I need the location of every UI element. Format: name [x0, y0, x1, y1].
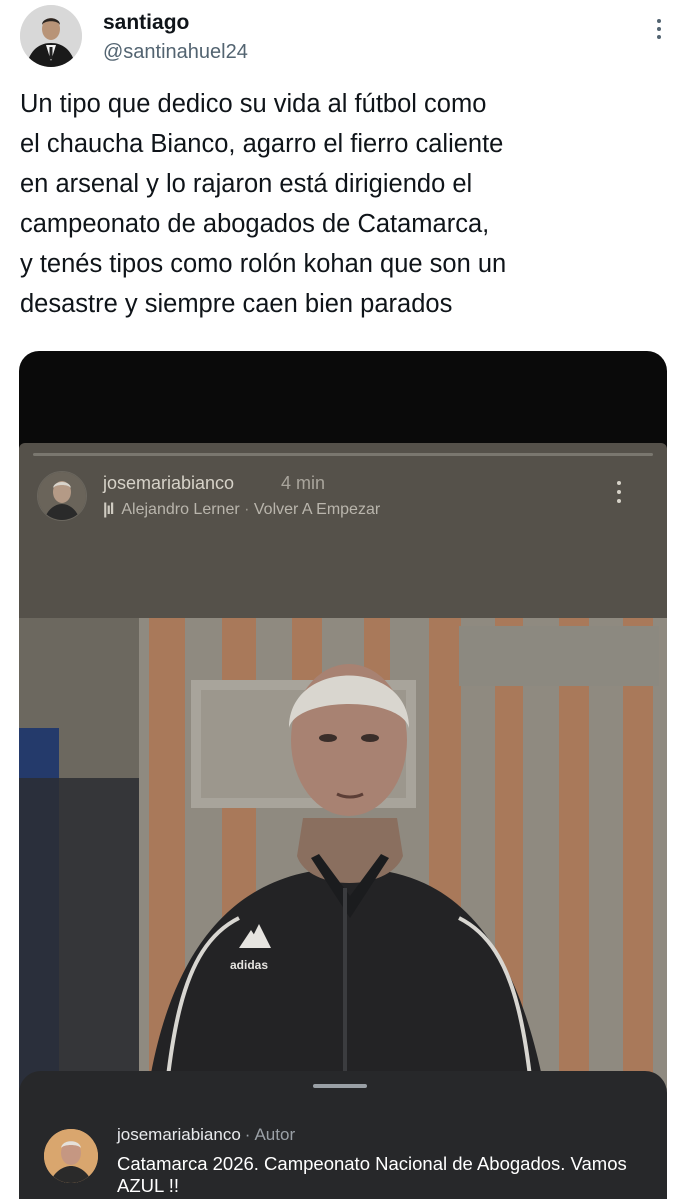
music-song: Volver A Empezar [253, 501, 381, 518]
more-vertical-icon[interactable] [615, 481, 623, 507]
avatar-photo [20, 5, 82, 67]
tweet-text: Un tipo que dedico su vida al fútbol com… [20, 90, 507, 318]
music-separator: · [239, 501, 254, 518]
story-avatar[interactable] [37, 471, 87, 521]
comment-avatar-photo [44, 1129, 98, 1183]
apparel-logo-text: adidas [230, 958, 269, 972]
comment-sheet: josemariabianco · Autor Catamarca 2026. Ca… [19, 1071, 667, 1199]
tweet-media[interactable]: josemariabianco 4 min |ıl Alejandro Lerne… [19, 351, 667, 1199]
comment-avatar[interactable] [44, 1129, 98, 1183]
author-avatar[interactable] [20, 5, 82, 67]
comment-dot: · [244, 1125, 251, 1144]
comment-text: Catamarca 2026. Campeonato Nacional de A… [117, 1153, 627, 1196]
comment-author[interactable]: josemariabianco · Autor [117, 1125, 295, 1145]
more-vertical-icon[interactable] [654, 19, 664, 45]
story-header: josemariabianco 4 min |ıl Alejandro Lerne… [19, 443, 667, 618]
tweet-header: santiago @santinahuel24 [20, 5, 666, 75]
author-name[interactable]: santiago [103, 11, 189, 35]
comment-username: josemariabianco [117, 1125, 241, 1144]
story-time: 4 min [281, 473, 326, 493]
music-artist: Alejandro Lerner [121, 501, 240, 518]
author-handle[interactable]: @santinahuel24 [103, 41, 248, 64]
story-username[interactable]: josemariabianco [103, 473, 234, 494]
music-note-icon: |ıl [103, 501, 114, 518]
sheet-drag-handle[interactable] [313, 1084, 367, 1088]
comment-role: Autor [254, 1125, 296, 1144]
story-avatar-photo [38, 472, 86, 520]
story-music[interactable]: |ıl Alejandro Lerner · Volver A Empezar [103, 501, 380, 519]
